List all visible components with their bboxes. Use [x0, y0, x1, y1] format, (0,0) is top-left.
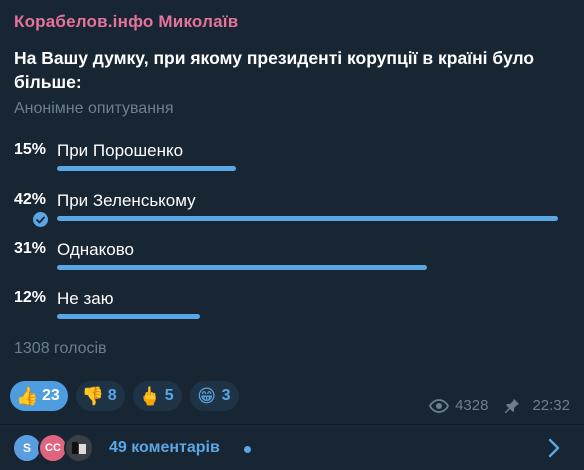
comments-button[interactable]: S CC 49 коментарів: [0, 425, 584, 470]
unread-dot: [244, 446, 251, 453]
eye-icon: [429, 398, 450, 413]
poll-option[interactable]: 15% При Порошенко: [0, 141, 584, 181]
poll-option-label: При Зеленському: [57, 191, 196, 210]
chevron-right-icon: [548, 438, 560, 463]
poll-question: На Вашу думку, при якому президенті кору…: [14, 48, 535, 92]
thumbs-down-icon: 👎: [81, 385, 105, 406]
poll-option[interactable]: 12% Не заю: [0, 289, 584, 329]
grinning-face-icon: 😁: [197, 385, 216, 406]
reactions-row: 👍 23 👎 8 🖕 5 😁 3: [10, 381, 239, 411]
message-bubble: Корабелов.інфо Миколаїв На Вашу думку, п…: [0, 0, 584, 470]
middle-finger-icon: 🖕: [138, 385, 162, 406]
comments-count: 49 коментарів: [109, 439, 220, 456]
poll-option-label: Не заю: [57, 289, 114, 308]
poll-option-label: Однаково: [57, 240, 134, 259]
poll-option-percent: 15%: [14, 141, 47, 158]
poll-option[interactable]: 42% При Зеленському: [0, 191, 584, 231]
poll-option-percent: 12%: [14, 289, 47, 306]
reaction-count: 23: [42, 387, 60, 404]
message-meta: 4328 22:32: [429, 397, 570, 414]
check-icon: [33, 212, 48, 227]
channel-name[interactable]: Корабелов.інфо Миколаїв: [14, 12, 238, 32]
poll-option-percent: 31%: [14, 240, 47, 257]
reaction-button[interactable]: 👎 8: [75, 381, 125, 411]
poll-type-label: Анонімне опитування: [14, 100, 174, 117]
message-time: 22:32: [532, 397, 570, 414]
reaction-button[interactable]: 🖕 5: [132, 381, 182, 411]
pin-icon: [504, 398, 520, 414]
reaction-button[interactable]: 👍 23: [10, 381, 68, 411]
thumbs-up-icon: 👍: [16, 385, 39, 406]
reaction-count: 5: [164, 387, 174, 404]
reaction-count: 8: [107, 387, 117, 404]
poll-option[interactable]: 31% Однаково: [0, 240, 584, 280]
reaction-button[interactable]: 😁 3: [189, 381, 239, 411]
poll-option-label: При Порошенко: [57, 141, 184, 160]
poll-option-bar: [57, 216, 558, 221]
view-count: 4328: [455, 397, 489, 414]
reaction-count: 3: [221, 387, 231, 404]
avatar: [64, 433, 94, 463]
poll-option-bar: [57, 314, 200, 319]
poll-option-bar: [57, 166, 236, 171]
poll-option-percent: 42%: [14, 191, 47, 208]
total-votes: 1308 голосів: [14, 340, 107, 357]
poll-option-bar: [57, 265, 427, 270]
